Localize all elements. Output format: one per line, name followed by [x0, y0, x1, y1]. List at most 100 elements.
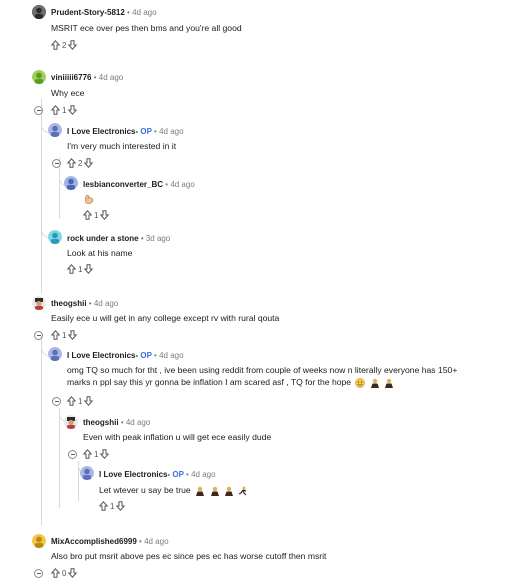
username[interactable]: Prudent-Story-5812 [51, 8, 125, 17]
comment-header: Prudent-Story-5812 • 4d ago [51, 8, 157, 17]
timestamp: • 3d ago [140, 234, 171, 243]
upvote-arrow-icon[interactable] [51, 568, 60, 578]
comment-header: theogshii • 4d ago [51, 299, 118, 308]
avatar[interactable] [32, 296, 46, 310]
vote-bar: 1 [51, 104, 78, 116]
collapse-thread-icon[interactable] [68, 450, 77, 459]
person-emoji [224, 486, 233, 496]
vote-bar: 0 [51, 567, 78, 579]
avatar[interactable] [32, 5, 46, 19]
username[interactable]: viniiiii6776 [51, 73, 91, 82]
upvote-arrow-icon[interactable] [67, 396, 76, 406]
downvote-arrow-icon[interactable] [100, 449, 110, 459]
flexed-biceps-emoji [83, 192, 95, 210]
timestamp: • 4d ago [127, 8, 157, 17]
avatar[interactable] [48, 347, 62, 361]
username[interactable]: I Love Electronics- [67, 127, 138, 136]
username[interactable]: rock under a stone [67, 234, 139, 243]
comment-text: Also bro put msrit above pes ec since pe… [51, 551, 327, 561]
comment-text: Even with peak inflation u will get ece … [83, 432, 272, 442]
upvote-arrow-icon[interactable] [51, 105, 60, 115]
collapse-thread-icon[interactable] [52, 159, 61, 168]
vote-bar: 1 [51, 329, 78, 341]
upvote-arrow-icon[interactable] [67, 264, 76, 274]
timestamp: • 4d ago [93, 73, 124, 82]
avatar[interactable] [48, 230, 62, 244]
vote-bar: 1 [67, 395, 94, 407]
timestamp: • 4d ago [165, 180, 195, 189]
timestamp: • 4d ago [154, 127, 184, 136]
vote-count: 0 [62, 568, 67, 578]
vote-bar: 1 [99, 500, 126, 512]
username[interactable]: I Love Electronics- [67, 351, 138, 360]
comment-header: I Love Electronics- OP • 4d ago [67, 351, 184, 360]
username[interactable]: I Love Electronics- [99, 470, 170, 479]
comment-header: rock under a stone • 3d ago [67, 234, 170, 243]
timestamp: • 4d ago [88, 299, 119, 308]
comment-text: Easily ece u will get in any college exc… [51, 313, 280, 323]
comment-text: MSRIT ece over pes then bms and you're a… [51, 23, 242, 33]
username[interactable]: theogshii [51, 299, 87, 308]
thread-line [41, 336, 42, 526]
collapse-thread-icon[interactable] [34, 106, 43, 115]
downvote-arrow-icon[interactable] [84, 264, 94, 274]
timestamp: • 4d ago [139, 537, 169, 546]
avatar[interactable] [32, 70, 46, 84]
collapse-thread-icon[interactable] [52, 397, 61, 406]
downvote-arrow-icon[interactable] [68, 105, 78, 115]
collapse-thread-icon[interactable] [34, 331, 43, 340]
comment-header: lesbianconverter_BC • 4d ago [83, 180, 195, 189]
comment-text: I'm very much interested in it [67, 141, 177, 151]
person-emoji [196, 486, 205, 496]
avatar[interactable] [64, 176, 78, 190]
downvote-arrow-icon[interactable] [68, 568, 78, 578]
vote-count: 1 [94, 210, 99, 220]
comment-header: viniiiii6776 • 4d ago [51, 73, 123, 82]
upvote-arrow-icon[interactable] [67, 158, 76, 168]
avatar[interactable] [80, 466, 94, 480]
upvote-arrow-icon[interactable] [99, 501, 108, 511]
vote-count: 1 [94, 449, 99, 459]
vote-count: 2 [62, 40, 67, 50]
vote-bar: 1 [83, 448, 110, 460]
comment-text: Why ece [51, 88, 85, 98]
vote-bar: 2 [51, 39, 78, 51]
vote-count: 1 [78, 264, 83, 274]
op-badge: OP [172, 470, 184, 479]
person-emoji [385, 378, 394, 388]
op-badge: OP [140, 127, 152, 136]
avatar[interactable] [64, 415, 78, 429]
collapse-thread-icon[interactable] [34, 569, 43, 578]
comment-text: Look at his name [67, 248, 133, 258]
upvote-arrow-icon[interactable] [83, 210, 92, 220]
downvote-arrow-icon[interactable] [84, 396, 94, 406]
running-person-emoji [239, 486, 247, 496]
vote-bar: 2 [67, 157, 94, 169]
person-emoji [370, 378, 379, 388]
timestamp: • 4d ago [120, 418, 151, 427]
vote-count: 2 [78, 158, 83, 168]
avatar[interactable] [48, 123, 62, 137]
username[interactable]: theogshii [83, 418, 119, 427]
downvote-arrow-icon[interactable] [100, 210, 110, 220]
upvote-arrow-icon[interactable] [51, 330, 60, 340]
timestamp: • 4d ago [186, 470, 216, 479]
comment-header: I Love Electronics- OP • 4d ago [99, 470, 216, 479]
username[interactable]: MixAccomplished6999 [51, 537, 137, 546]
downvote-arrow-icon[interactable] [116, 501, 126, 511]
comment-header: theogshii • 4d ago [83, 418, 150, 427]
op-badge: OP [140, 351, 152, 360]
username[interactable]: lesbianconverter_BC [83, 180, 163, 189]
downvote-arrow-icon[interactable] [68, 40, 78, 50]
vote-count: 1 [62, 105, 67, 115]
downvote-arrow-icon[interactable] [68, 330, 78, 340]
grinning-sweat-emoji [355, 377, 366, 388]
thread-line [59, 408, 60, 508]
vote-bar: 1 [67, 263, 94, 275]
upvote-arrow-icon[interactable] [83, 449, 92, 459]
vote-count: 1 [110, 501, 115, 511]
upvote-arrow-icon[interactable] [51, 40, 60, 50]
avatar[interactable] [32, 534, 46, 548]
vote-count: 1 [62, 330, 67, 340]
downvote-arrow-icon[interactable] [84, 158, 94, 168]
